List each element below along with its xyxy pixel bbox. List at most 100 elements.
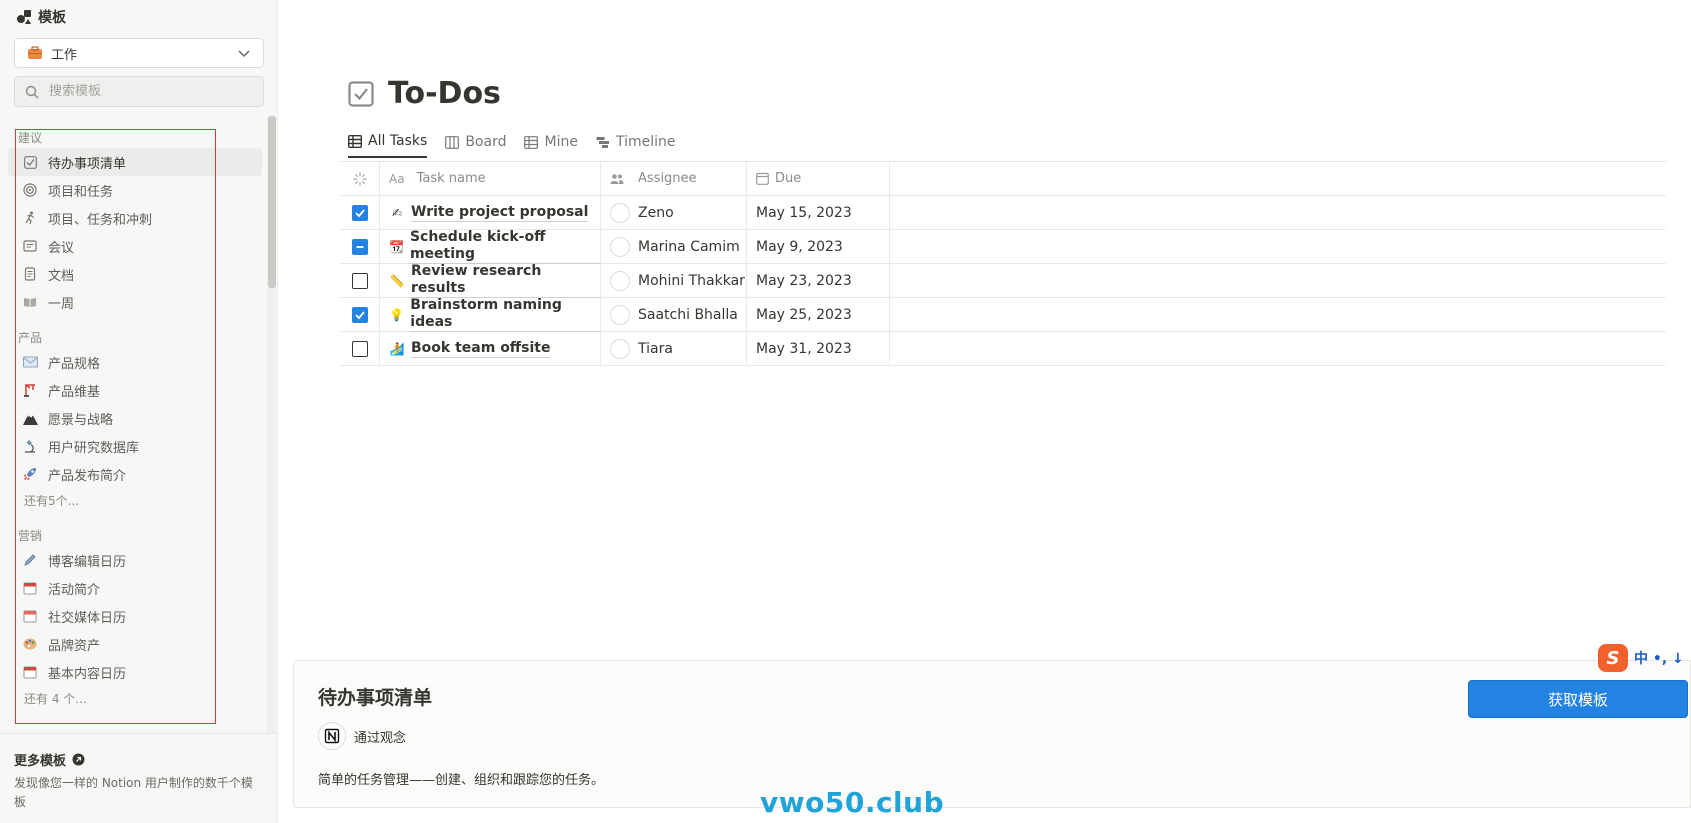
task-checkbox[interactable] [351, 238, 368, 255]
tab-label: All Tasks [368, 133, 428, 149]
header-task-name[interactable]: Aa Task name [380, 162, 601, 195]
task-checkbox[interactable] [351, 340, 368, 357]
lightbulb-icon: 💡 [389, 307, 405, 322]
assignee-cell[interactable]: Saatchi Bhalla [601, 298, 747, 331]
template-item-product-spec[interactable]: 产品规格 [8, 348, 262, 376]
task-name-cell[interactable]: 🏄 Book team offsite [380, 332, 601, 365]
assignee-cell[interactable]: Mohini Thakkar [601, 264, 747, 297]
section-title-suggestions: 建议 [18, 131, 43, 145]
template-item-event-brief[interactable]: 活动简介 [8, 574, 262, 602]
sidebar-footer[interactable]: 更多模板 发现像您一样的 Notion 用户制作的数千个模板 [0, 733, 277, 823]
task-checkbox[interactable] [351, 306, 368, 323]
template-item-todo-list[interactable]: 待办事项清单 [8, 148, 262, 176]
template-item-label: 一周 [48, 296, 75, 312]
status-cell [340, 264, 380, 297]
due-date: May 9, 2023 [756, 238, 843, 255]
template-author[interactable]: 通过观念 [318, 722, 406, 750]
checkbox-icon [22, 154, 38, 170]
header-assignee[interactable]: Assignee [601, 162, 747, 195]
tab-mine[interactable]: Mine [524, 132, 578, 158]
template-item-product-wiki[interactable]: 产品维基 [8, 376, 262, 404]
task-name-cell[interactable]: 📆 Schedule kick-off meeting [380, 229, 601, 264]
calendar-icon: 📆 [389, 239, 404, 254]
category-select-label: 工作 [51, 47, 78, 63]
template-item-week[interactable]: 一周 [8, 288, 262, 316]
template-item-label: 项目和任务 [48, 184, 114, 200]
template-item-user-research-db[interactable]: 用户研究数据库 [8, 432, 262, 460]
due-cell[interactable]: May 25, 2023 [747, 298, 890, 331]
page-title-text: To-Dos [388, 76, 501, 111]
task-name: Brainstorm naming ideas [410, 297, 600, 332]
template-item-projects-tasks[interactable]: 项目和任务 [8, 176, 262, 204]
template-item-vision-strategy[interactable]: 愿景与战略 [8, 404, 262, 432]
avatar [610, 202, 630, 223]
ruler-icon: 📏 [389, 273, 405, 288]
template-list: 建议 待办事项清单 项目和任务 项目、任务和冲刺 会议 文档 一周 产品 产品规… [8, 128, 262, 712]
template-item-label: 基本内容日历 [48, 666, 127, 682]
tab-timeline[interactable]: Timeline [596, 132, 675, 158]
due-cell[interactable]: May 9, 2023 [747, 230, 890, 263]
page-title: To-Dos [348, 76, 501, 111]
loading-icon [352, 171, 367, 186]
category-select[interactable]: 工作 [14, 38, 264, 68]
empty-cell [890, 332, 1666, 365]
avatar [610, 270, 630, 291]
book-icon [22, 294, 38, 310]
get-template-button[interactable]: 获取模板 [1468, 680, 1688, 718]
template-item-label: 产品发布简介 [48, 468, 127, 484]
calendar-icon [22, 608, 38, 624]
crane-icon [22, 382, 38, 398]
mountain-icon [22, 410, 38, 426]
template-item-projects-tasks-sprints[interactable]: 项目、任务和冲刺 [8, 204, 262, 232]
empty-cell [890, 298, 1666, 331]
due-date: May 23, 2023 [756, 272, 852, 289]
template-item-product-launch[interactable]: 产品发布简介 [8, 460, 262, 488]
task-checkbox[interactable] [351, 204, 368, 221]
template-item-social-calendar[interactable]: 社交媒体日历 [8, 602, 262, 630]
table-row: 📏 Review research results Mohini Thakkar… [340, 263, 1666, 298]
template-item-brand-assets[interactable]: 品牌资产 [8, 630, 262, 658]
template-item-label: 社交媒体日历 [48, 610, 127, 626]
task-checkbox[interactable] [351, 272, 368, 289]
template-item-blog-calendar[interactable]: 博客编辑日历 [8, 546, 262, 574]
assignee-cell[interactable]: Marina Camim [601, 230, 747, 263]
text-property-icon: Aa [389, 171, 405, 186]
task-name-cell[interactable]: 💡 Brainstorm naming ideas [380, 297, 601, 332]
header-due[interactable]: Due [747, 162, 890, 195]
checkbox-icon [348, 80, 374, 107]
due-date: May 25, 2023 [756, 306, 852, 323]
sidebar-scrollbar-thumb[interactable] [268, 116, 276, 288]
tab-board[interactable]: Board [445, 132, 506, 158]
tab-all-tasks[interactable]: All Tasks [348, 132, 428, 158]
due-cell[interactable]: May 23, 2023 [747, 264, 890, 297]
template-item-meetings[interactable]: 会议 [8, 232, 262, 260]
header-status-cell [340, 162, 380, 195]
table-header-row: Aa Task name Assignee Due [340, 162, 1666, 196]
section-title-product: 产品 [18, 331, 43, 345]
more-product-templates-link[interactable]: 还有5个... [8, 488, 262, 514]
column-label: Task name [416, 171, 486, 186]
assignee-cell[interactable]: Tiara [601, 332, 747, 365]
header-empty [890, 162, 1666, 195]
search-input[interactable] [47, 83, 253, 100]
timeline-icon [596, 136, 609, 148]
view-tabs: All Tasks Board Mine Timeline [348, 132, 675, 158]
due-cell[interactable]: May 31, 2023 [747, 332, 890, 365]
task-name: Book team offsite [411, 339, 551, 358]
assignee-name: Mohini Thakkar [638, 272, 745, 289]
task-name-cell[interactable]: ✍ Write project proposal [380, 196, 601, 229]
ime-toolbar[interactable]: S 中 •, ↓ [1598, 644, 1691, 672]
task-name: Review research results [410, 263, 600, 298]
status-cell [340, 230, 380, 263]
due-cell[interactable]: May 15, 2023 [747, 196, 890, 229]
template-item-label: 待办事项清单 [48, 156, 127, 172]
people-icon [610, 173, 624, 185]
task-name-cell[interactable]: 📏 Review research results [380, 263, 601, 298]
template-item-content-calendar[interactable]: 基本内容日历 [8, 658, 262, 686]
template-item-label: 项目、任务和冲刺 [48, 212, 153, 228]
more-marketing-templates-link[interactable]: 还有 4 个... [8, 686, 262, 712]
template-item-docs[interactable]: 文档 [8, 260, 262, 288]
assignee-cell[interactable]: Zeno [601, 196, 747, 229]
more-templates-title[interactable]: 更多模板 [14, 750, 85, 769]
template-sidebar: 模板 工作 建议 待办事项清单 项目和任务 [0, 0, 278, 823]
